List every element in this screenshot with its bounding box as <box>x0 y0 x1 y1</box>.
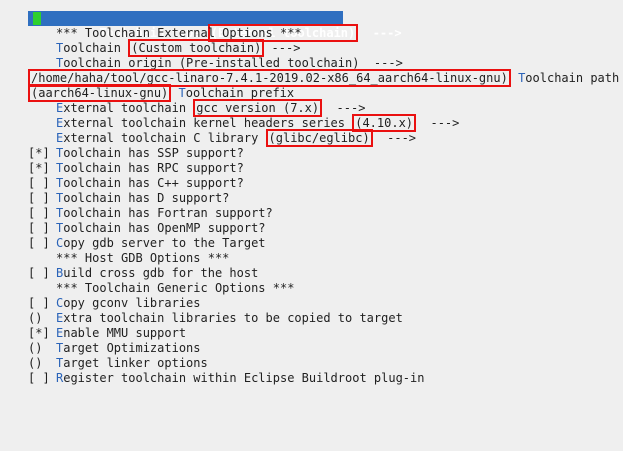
checkbox[interactable]: [*] <box>28 326 50 341</box>
menu-item-rpc-support[interactable]: [*] Toolchain has RPC support? <box>0 161 623 176</box>
menu-item-target-linker-options[interactable]: () Target linker options <box>0 356 623 371</box>
menu-item-d-support[interactable]: [ ] Toolchain has D support? <box>0 191 623 206</box>
menu-item-target-optimizations[interactable]: () Target Optimizations <box>0 341 623 356</box>
item-value-highlight: (Custom toolchain) <box>128 39 265 57</box>
menu-item-mmu-support[interactable]: [*] Enable MMU support <box>0 326 623 341</box>
menu-item-cpp-support[interactable]: [ ] Toolchain has C++ support? <box>0 176 623 191</box>
checkbox[interactable]: [ ] <box>28 296 50 311</box>
checkbox[interactable]: [ ] <box>28 191 50 206</box>
string-field[interactable]: () <box>28 311 42 326</box>
checkbox[interactable]: [ ] <box>28 236 50 251</box>
menu-item-toolchain-type[interactable]: Toolchain type (External toolchain) ---> <box>0 11 623 42</box>
cursor-indicator <box>33 12 41 25</box>
item-value-highlight: (aarch64-linux-gnu) <box>28 84 172 102</box>
menu-item-fortran-support[interactable]: [ ] Toolchain has Fortran support? <box>0 206 623 221</box>
kconfig-menu: Toolchain type (External toolchain) --->… <box>0 11 623 386</box>
menu-item-eclipse-register[interactable]: [ ] Register toolchain within Eclipse Bu… <box>0 371 623 386</box>
menu-item-c-library[interactable]: External toolchain C library (glibc/egli… <box>0 129 623 147</box>
string-field[interactable]: () <box>28 341 42 356</box>
checkbox[interactable]: [ ] <box>28 176 50 191</box>
menu-item-extra-libraries[interactable]: () Extra toolchain libraries to be copie… <box>0 311 623 326</box>
menu-item-toolchain[interactable]: Toolchain (Custom toolchain) ---> <box>0 39 623 57</box>
menu-item-gcc-version[interactable]: External toolchain gcc version (7.x) ---… <box>0 99 623 117</box>
checkbox[interactable]: [ ] <box>28 221 50 236</box>
menu-item-openmp-support[interactable]: [ ] Toolchain has OpenMP support? <box>0 221 623 236</box>
checkbox[interactable]: [ ] <box>28 371 50 386</box>
item-value-highlight: (glibc/eglibc) <box>265 129 373 147</box>
menu-item-build-cross-gdb[interactable]: [ ] Build cross gdb for the host <box>0 266 623 281</box>
checkbox[interactable]: [ ] <box>28 206 50 221</box>
menu-item-copy-gconv[interactable]: [ ] Copy gconv libraries <box>0 296 623 311</box>
checkbox[interactable]: [*] <box>28 161 50 176</box>
checkbox[interactable]: [ ] <box>28 266 50 281</box>
menu-comment-generic-options: *** Toolchain Generic Options *** <box>56 281 295 295</box>
checkbox[interactable]: [*] <box>28 146 50 161</box>
menu-item-ssp-support[interactable]: [*] Toolchain has SSP support? <box>0 146 623 161</box>
item-value-highlight: gcc version (7.x) <box>193 99 323 117</box>
menu-item-copy-gdb-server[interactable]: [ ] Copy gdb server to the Target <box>0 236 623 251</box>
string-field[interactable]: () <box>28 356 42 371</box>
hotkey: T <box>178 86 186 100</box>
menu-comment-host-gdb: *** Host GDB Options *** <box>56 251 230 265</box>
menu-comment-external-options: *** Toolchain External Options *** <box>56 26 302 40</box>
